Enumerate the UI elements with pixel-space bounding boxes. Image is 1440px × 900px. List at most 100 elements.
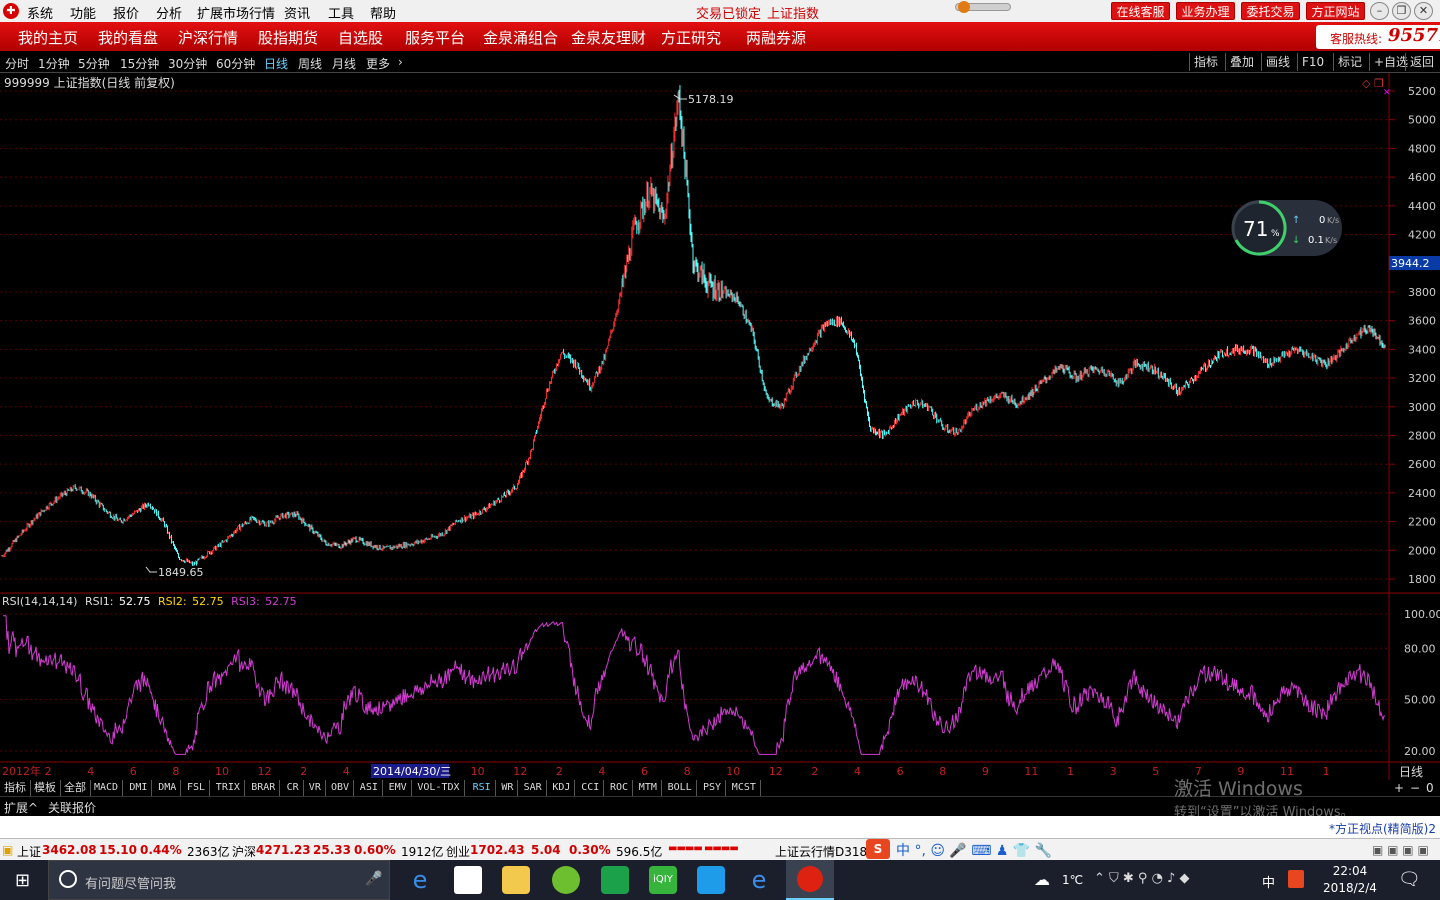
indicator-tab[interactable]: KDJ xyxy=(548,780,576,796)
period-30min[interactable]: 30分钟 xyxy=(168,55,207,72)
restore-icon[interactable]: ❐ xyxy=(1392,2,1411,20)
menu-quote[interactable]: 报价 xyxy=(113,3,139,22)
slider-knob[interactable] xyxy=(958,1,970,13)
notification-icon[interactable]: 🗨 xyxy=(1398,869,1421,890)
trade-button[interactable]: 委托交易 xyxy=(1241,2,1300,20)
indicator-tab[interactable]: EMV xyxy=(385,780,412,796)
period-1min[interactable]: 1分钟 xyxy=(38,55,70,72)
indicator-tab[interactable]: 指标 xyxy=(0,780,31,796)
ime-indicator[interactable]: 中 xyxy=(1262,872,1275,891)
indicator-tab[interactable]: ROC xyxy=(606,780,634,796)
windows-start-icon[interactable]: ⊞ xyxy=(15,870,30,891)
plus-icon[interactable]: + xyxy=(1394,781,1404,795)
indicator-tab[interactable]: MACD xyxy=(90,780,124,796)
btn-mark[interactable]: 标记 xyxy=(1333,53,1362,71)
indicator-tab[interactable]: BOLL xyxy=(664,780,697,796)
period-weekly[interactable]: 周线 xyxy=(298,55,322,72)
btn-add-watch[interactable]: +自选 xyxy=(1369,53,1408,71)
tray-icons[interactable]: ⌃ ⛉ ✱ ⚲ ◔ ♪ ◆ xyxy=(1094,871,1190,886)
menu-tools[interactable]: 工具 xyxy=(328,3,354,22)
btn-back[interactable]: 返回 xyxy=(1405,53,1434,71)
file-explorer-icon[interactable] xyxy=(502,866,530,894)
tray-small-icons[interactable]: ▣ ▣ ▣ ▣ xyxy=(1372,843,1429,857)
indicator-tab[interactable]: PSY xyxy=(699,780,727,796)
business-button[interactable]: 业务办理 xyxy=(1176,2,1235,20)
period-more[interactable]: 更多 xyxy=(366,55,390,72)
indicator-tab[interactable]: MTM xyxy=(635,780,662,796)
nav-watch[interactable]: 我的看盘 xyxy=(98,27,158,48)
nav-margin[interactable]: 两融券源 xyxy=(746,27,806,48)
indicator-tab[interactable]: VOL-TDX xyxy=(413,780,465,796)
minimize-icon[interactable]: – xyxy=(1370,2,1389,20)
kline-chart[interactable]: 5200500048004600440042003800360034003200… xyxy=(0,73,1440,780)
related-quote[interactable]: 关联报价 xyxy=(48,799,96,816)
online-service-button[interactable]: 在线客服 xyxy=(1111,2,1170,20)
evernote-icon[interactable] xyxy=(601,866,629,894)
founder-app-taskbar-button[interactable] xyxy=(786,860,834,900)
nav-watchlist[interactable]: 自选股 xyxy=(338,27,383,48)
period-60min[interactable]: 60分钟 xyxy=(216,55,255,72)
period-intraday[interactable]: 分时 xyxy=(5,55,29,72)
volume-slider[interactable] xyxy=(955,1,1011,13)
indicator-tab[interactable]: DMA xyxy=(154,780,182,796)
btn-f10[interactable]: F10 xyxy=(1297,53,1324,71)
menu-news[interactable]: 资讯 xyxy=(284,3,310,22)
nav-futures[interactable]: 股指期货 xyxy=(258,27,318,48)
menu-extended-market[interactable]: 扩展市场行情 xyxy=(197,3,275,22)
period-daily[interactable]: 日线 xyxy=(264,55,288,72)
close-icon[interactable]: ✕ xyxy=(1414,2,1433,20)
sogou-tray-icon[interactable] xyxy=(1288,870,1304,888)
indicator-tab[interactable]: SAR xyxy=(520,780,547,796)
nav-market[interactable]: 沪深行情 xyxy=(178,27,238,48)
website-button[interactable]: 方正网站 xyxy=(1306,2,1365,20)
indicator-tab[interactable]: MCST xyxy=(728,780,761,796)
btn-draw[interactable]: 画线 xyxy=(1261,53,1290,71)
nav-research[interactable]: 方正研究 xyxy=(661,27,721,48)
browser-360-icon[interactable] xyxy=(552,866,580,894)
indicator-tab[interactable]: BRAR xyxy=(247,780,281,796)
menu-system[interactable]: 系统 xyxy=(27,3,53,22)
period-monthly[interactable]: 月线 xyxy=(332,55,356,72)
taskbar-search[interactable]: 有问题尽管问我 🎤 xyxy=(48,860,390,900)
nav-home[interactable]: 我的主页 xyxy=(18,27,78,48)
indicator-tab[interactable]: ASI xyxy=(356,780,383,796)
btn-overlay[interactable]: 叠加 xyxy=(1225,53,1254,71)
expand-icon[interactable]: ◇ ❐ xyxy=(1362,77,1384,90)
chevron-right-icon[interactable]: › xyxy=(398,55,403,69)
extend-toggle[interactable]: 扩展^ xyxy=(4,799,38,816)
indicator-tab[interactable]: CR xyxy=(283,780,304,796)
menu-help[interactable]: 帮助 xyxy=(370,3,396,22)
video-player-icon[interactable] xyxy=(697,866,725,894)
indicator-tab[interactable]: VR xyxy=(305,780,326,796)
indicator-tab[interactable]: OBV xyxy=(327,780,355,796)
nav-portfolio[interactable]: 金泉涌组合 xyxy=(483,27,558,48)
sogou-ime-icon[interactable]: S xyxy=(866,839,890,859)
edge-icon[interactable]: e xyxy=(406,866,434,894)
indicator-tab[interactable]: 模板 xyxy=(30,780,61,796)
cy-label[interactable]: 创业 xyxy=(446,843,470,860)
iqiyi-icon[interactable]: iQIY xyxy=(649,866,677,894)
period-15min[interactable]: 15分钟 xyxy=(120,55,159,72)
indicator-tab[interactable]: WR xyxy=(497,780,519,796)
btn-indicator[interactable]: 指标 xyxy=(1189,53,1218,71)
indicator-tab[interactable]: CCI xyxy=(577,780,605,796)
zero-icon[interactable]: 0 xyxy=(1426,781,1434,795)
minus-icon[interactable]: − xyxy=(1410,781,1420,795)
indicator-tab[interactable]: 全部 xyxy=(60,780,91,796)
taskbar-clock[interactable]: 22:04 2018/2/4 xyxy=(1322,863,1378,897)
nav-service[interactable]: 服务平台 xyxy=(405,27,465,48)
store-icon[interactable] xyxy=(454,866,482,894)
microphone-icon[interactable]: 🎤 xyxy=(365,871,382,887)
indicator-tab[interactable]: DMI xyxy=(125,780,153,796)
menu-analysis[interactable]: 分析 xyxy=(156,3,182,22)
menu-function[interactable]: 功能 xyxy=(70,3,96,22)
news-text[interactable]: *方正视点(精简版)2 xyxy=(1329,820,1436,837)
nav-finance[interactable]: 金泉友理财 xyxy=(571,27,646,48)
ime-toolbar-icons[interactable]: 中 °, ☺ 🎤 ⌨ ♟ 👕 🔧 xyxy=(896,840,1052,860)
indicator-tab[interactable]: TRIX xyxy=(212,780,245,796)
weather-cloud-icon[interactable]: ☁ xyxy=(1034,870,1050,889)
period-5min[interactable]: 5分钟 xyxy=(78,55,110,72)
hs-label[interactable]: 沪深 xyxy=(232,843,256,860)
indicator-tab[interactable]: RSI xyxy=(469,780,496,796)
cloud-quote-label[interactable]: 上证云行情D318 xyxy=(775,843,867,860)
